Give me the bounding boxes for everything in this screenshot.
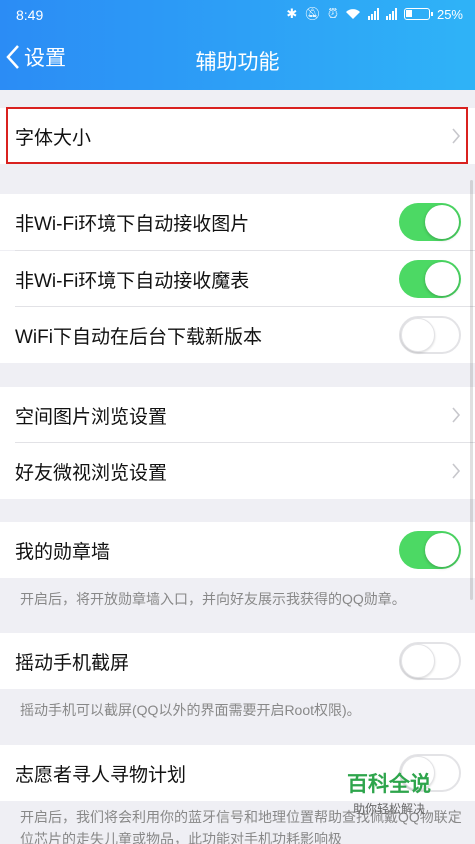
watermark-title: 百科全说 xyxy=(347,773,431,796)
battery-percent: 25% xyxy=(436,6,463,22)
shake-screenshot-toggle[interactable] xyxy=(399,642,461,680)
chevron-right-icon xyxy=(452,463,461,479)
nonwifi-images-row: 非Wi-Fi环境下自动接收图片 xyxy=(0,194,475,250)
chevron-right-icon xyxy=(452,407,461,423)
mute-bell-icon: 🔕︎ xyxy=(304,6,321,21)
alarm-icon: ⏰︎ xyxy=(327,6,338,21)
scrollbar[interactable] xyxy=(470,180,473,600)
medal-note: 开启后，将开放勋章墙入口，并向好友展示我获得的QQ勋章。 xyxy=(20,591,406,607)
friend-video-row[interactable]: 好友微视浏览设置 xyxy=(0,443,475,499)
wifi-download-toggle[interactable] xyxy=(399,316,461,354)
nonwifi-emoji-row: 非Wi-Fi环境下自动接收魔表 xyxy=(0,251,475,307)
toggle-knob xyxy=(425,262,459,296)
wifi-icon xyxy=(345,9,360,19)
status-icons: ✱ 🔕︎ ⏰︎ 25% xyxy=(286,6,463,22)
nav-bar: 设置 辅助功能 xyxy=(0,30,475,90)
bluetooth-icon: ✱ xyxy=(286,6,298,21)
page-title: 辅助功能 xyxy=(195,51,280,74)
row-label: 好友微视浏览设置 xyxy=(15,462,168,484)
signal-icon-2 xyxy=(385,8,397,20)
wifi-download-row: WiFi下自动在后台下载新版本 xyxy=(0,307,475,363)
nonwifi-emoji-toggle[interactable] xyxy=(399,260,461,298)
watermark-subtitle: 助你轻松解决 xyxy=(352,802,425,816)
row-label: 空间图片浏览设置 xyxy=(15,406,168,428)
status-bar: 8:49 ✱ 🔕︎ ⏰︎ 25% xyxy=(0,0,475,30)
toggle-knob xyxy=(425,533,459,567)
space-browse-row[interactable]: 空间图片浏览设置 xyxy=(0,387,475,443)
battery-icon xyxy=(403,8,433,20)
medal-wall-toggle[interactable] xyxy=(399,531,461,569)
shake-screenshot-row: 摇动手机截屏 xyxy=(0,633,475,689)
toggle-knob xyxy=(401,644,435,678)
watermark: 百科全说 助你轻松解决 xyxy=(334,768,444,818)
toggle-knob xyxy=(425,205,459,239)
nonwifi-images-toggle[interactable] xyxy=(399,203,461,241)
highlight-box xyxy=(6,107,468,164)
shake-note: 摇动手机可以截屏(QQ以外的界面需要开启Root权限)。 xyxy=(20,702,361,718)
toggle-knob xyxy=(401,318,435,352)
signal-icon xyxy=(367,8,379,20)
status-time: 8:49 xyxy=(16,7,44,23)
medal-wall-row: 我的勋章墙 xyxy=(0,522,475,578)
top-bar: 8:49 ✱ 🔕︎ ⏰︎ 25% 设置 辅助功能 xyxy=(0,0,475,90)
